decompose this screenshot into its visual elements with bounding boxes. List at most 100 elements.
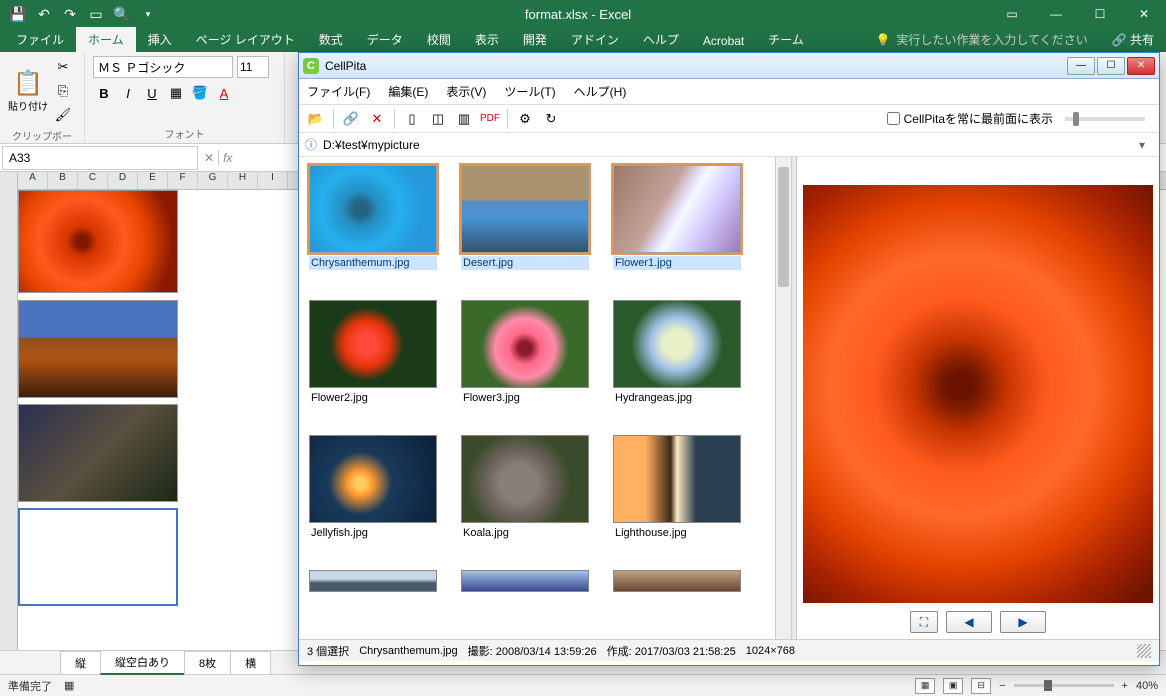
tab-home[interactable]: ホーム xyxy=(76,27,136,52)
ribbon-opts-icon[interactable]: ▭ xyxy=(990,0,1034,28)
thumbnail-item[interactable]: Flower2.jpg xyxy=(309,300,437,405)
copy-icon[interactable]: ⎘ xyxy=(52,80,74,102)
thumbnail-image[interactable] xyxy=(309,300,437,388)
row-headers[interactable] xyxy=(0,172,18,650)
border-button[interactable]: ▦ xyxy=(165,82,187,104)
sheet-tab[interactable]: 横 xyxy=(230,651,271,675)
undo-icon[interactable]: ↶ xyxy=(32,3,56,25)
col-header[interactable]: C xyxy=(78,172,108,189)
thumbnail-pane[interactable]: Chrysanthemum.jpgDesert.jpgFlower1.jpgFl… xyxy=(299,157,775,639)
next-button[interactable]: ▶ xyxy=(1000,611,1046,633)
qat-dropdown-icon[interactable]: ▾ xyxy=(136,3,160,25)
settings-icon[interactable]: ⚙ xyxy=(514,108,536,130)
thumbnail-image[interactable] xyxy=(613,570,741,592)
preview-icon[interactable]: 🔍 xyxy=(110,3,134,25)
col-header[interactable]: E xyxy=(138,172,168,189)
minimize-icon[interactable]: — xyxy=(1034,0,1078,28)
menu-help[interactable]: ヘルプ(H) xyxy=(574,83,627,100)
col-header[interactable]: A xyxy=(18,172,48,189)
paste-button[interactable]: 📋 貼り付け xyxy=(8,69,48,113)
menu-tool[interactable]: ツール(T) xyxy=(504,83,555,100)
thumbnail-item[interactable] xyxy=(613,570,741,592)
tab-addin[interactable]: アドイン xyxy=(559,27,631,52)
thumbnail-image[interactable] xyxy=(613,165,741,253)
zoom-in-button[interactable]: + xyxy=(1122,680,1128,692)
tab-review[interactable]: 校閲 xyxy=(415,27,463,52)
zoom-level[interactable]: 40% xyxy=(1136,680,1158,692)
thumbnail-item[interactable]: Desert.jpg xyxy=(461,165,589,270)
font-size-input[interactable] xyxy=(237,56,269,78)
view-page-icon[interactable]: ▣ xyxy=(943,678,963,694)
thumbnail-image[interactable] xyxy=(461,300,589,388)
thumbnail-image[interactable] xyxy=(613,300,741,388)
layout-grid-icon[interactable]: ▥ xyxy=(453,108,475,130)
thumbnail-image[interactable] xyxy=(309,165,437,253)
thumbnail-item[interactable]: Koala.jpg xyxy=(461,435,589,540)
view-break-icon[interactable]: ⊟ xyxy=(971,678,991,694)
thumbnail-item[interactable]: Hydrangeas.jpg xyxy=(613,300,741,405)
embedded-image-1[interactable] xyxy=(18,190,178,293)
thumbnail-image[interactable] xyxy=(461,165,589,253)
format-painter-icon[interactable]: 🖌 xyxy=(52,104,74,126)
tab-dev[interactable]: 開発 xyxy=(511,27,559,52)
folder-open-icon[interactable]: 📂 xyxy=(305,108,327,130)
preview-image[interactable] xyxy=(803,185,1153,603)
thumbnail-image[interactable] xyxy=(613,435,741,523)
layout-single-icon[interactable]: ▯ xyxy=(401,108,423,130)
tab-formula[interactable]: 数式 xyxy=(307,27,355,52)
pdf-icon[interactable]: PDF xyxy=(479,108,501,130)
embedded-image-2[interactable] xyxy=(18,300,178,398)
thumbs-scrollbar[interactable] xyxy=(775,157,791,639)
thumbnail-item[interactable] xyxy=(461,570,589,592)
layout-split-icon[interactable]: ◫ xyxy=(427,108,449,130)
tab-layout[interactable]: ページ レイアウト xyxy=(184,27,307,52)
maximize-icon[interactable]: ☐ xyxy=(1078,0,1122,28)
cut-icon[interactable]: ✂ xyxy=(52,56,74,78)
sheet-tab[interactable]: 8枚 xyxy=(184,651,231,675)
resize-grip[interactable] xyxy=(1137,644,1151,658)
name-box[interactable] xyxy=(2,146,198,170)
thumbnail-item[interactable]: Flower3.jpg xyxy=(461,300,589,405)
new-icon[interactable]: ▭ xyxy=(84,3,108,25)
thumbnail-item[interactable]: Chrysanthemum.jpg xyxy=(309,165,437,270)
font-name-input[interactable] xyxy=(93,56,233,78)
always-on-top-checkbox[interactable]: CellPitaを常に最前面に表示 xyxy=(887,110,1053,127)
prev-button[interactable]: ◀ xyxy=(946,611,992,633)
tab-file[interactable]: ファイル xyxy=(4,27,76,52)
col-header[interactable]: I xyxy=(258,172,288,189)
tab-acrobat[interactable]: Acrobat xyxy=(691,30,756,52)
col-header[interactable]: D xyxy=(108,172,138,189)
sheet-tab-active[interactable]: 縦空白あり xyxy=(100,650,185,675)
col-header[interactable]: F xyxy=(168,172,198,189)
cancel-fx-icon[interactable]: ✕ xyxy=(204,151,214,165)
share-button[interactable]: 🔗 共有 xyxy=(1100,27,1166,52)
pin-checkbox[interactable] xyxy=(887,112,900,125)
delete-icon[interactable]: ✕ xyxy=(366,108,388,130)
menu-view[interactable]: 表示(V) xyxy=(446,83,486,100)
thumbnail-image[interactable] xyxy=(309,570,437,592)
thumbnail-item[interactable]: Jellyfish.jpg xyxy=(309,435,437,540)
fx-icon[interactable]: fx xyxy=(223,151,232,165)
cp-minimize-button[interactable]: — xyxy=(1067,57,1095,75)
path-dropdown-icon[interactable]: ▾ xyxy=(1139,138,1153,152)
menu-file[interactable]: ファイル(F) xyxy=(307,83,370,100)
macro-icon[interactable]: ▦ xyxy=(64,679,74,692)
italic-button[interactable]: I xyxy=(117,82,139,104)
fit-button[interactable]: ⛶ xyxy=(910,611,938,633)
view-normal-icon[interactable]: ▦ xyxy=(915,678,935,694)
embedded-image-placeholder[interactable] xyxy=(18,508,178,606)
menu-edit[interactable]: 編集(E) xyxy=(388,83,428,100)
zoom-slider[interactable] xyxy=(1014,684,1114,687)
tab-data[interactable]: データ xyxy=(355,27,415,52)
thumbnail-item[interactable] xyxy=(309,570,437,592)
thumbnail-image[interactable] xyxy=(309,435,437,523)
underline-button[interactable]: U xyxy=(141,82,163,104)
thumbnail-image[interactable] xyxy=(461,435,589,523)
thumbnail-item[interactable]: Flower1.jpg xyxy=(613,165,741,270)
cellpita-titlebar[interactable]: C CellPita — ☐ ✕ xyxy=(299,53,1159,79)
ribbon-search[interactable]: 💡実行したい作業を入力してください xyxy=(863,27,1099,52)
col-header[interactable]: H xyxy=(228,172,258,189)
save-icon[interactable]: 💾 xyxy=(6,3,30,25)
path-text[interactable]: D:¥test¥mypicture xyxy=(323,138,1133,152)
tab-team[interactable]: チーム xyxy=(756,27,816,52)
